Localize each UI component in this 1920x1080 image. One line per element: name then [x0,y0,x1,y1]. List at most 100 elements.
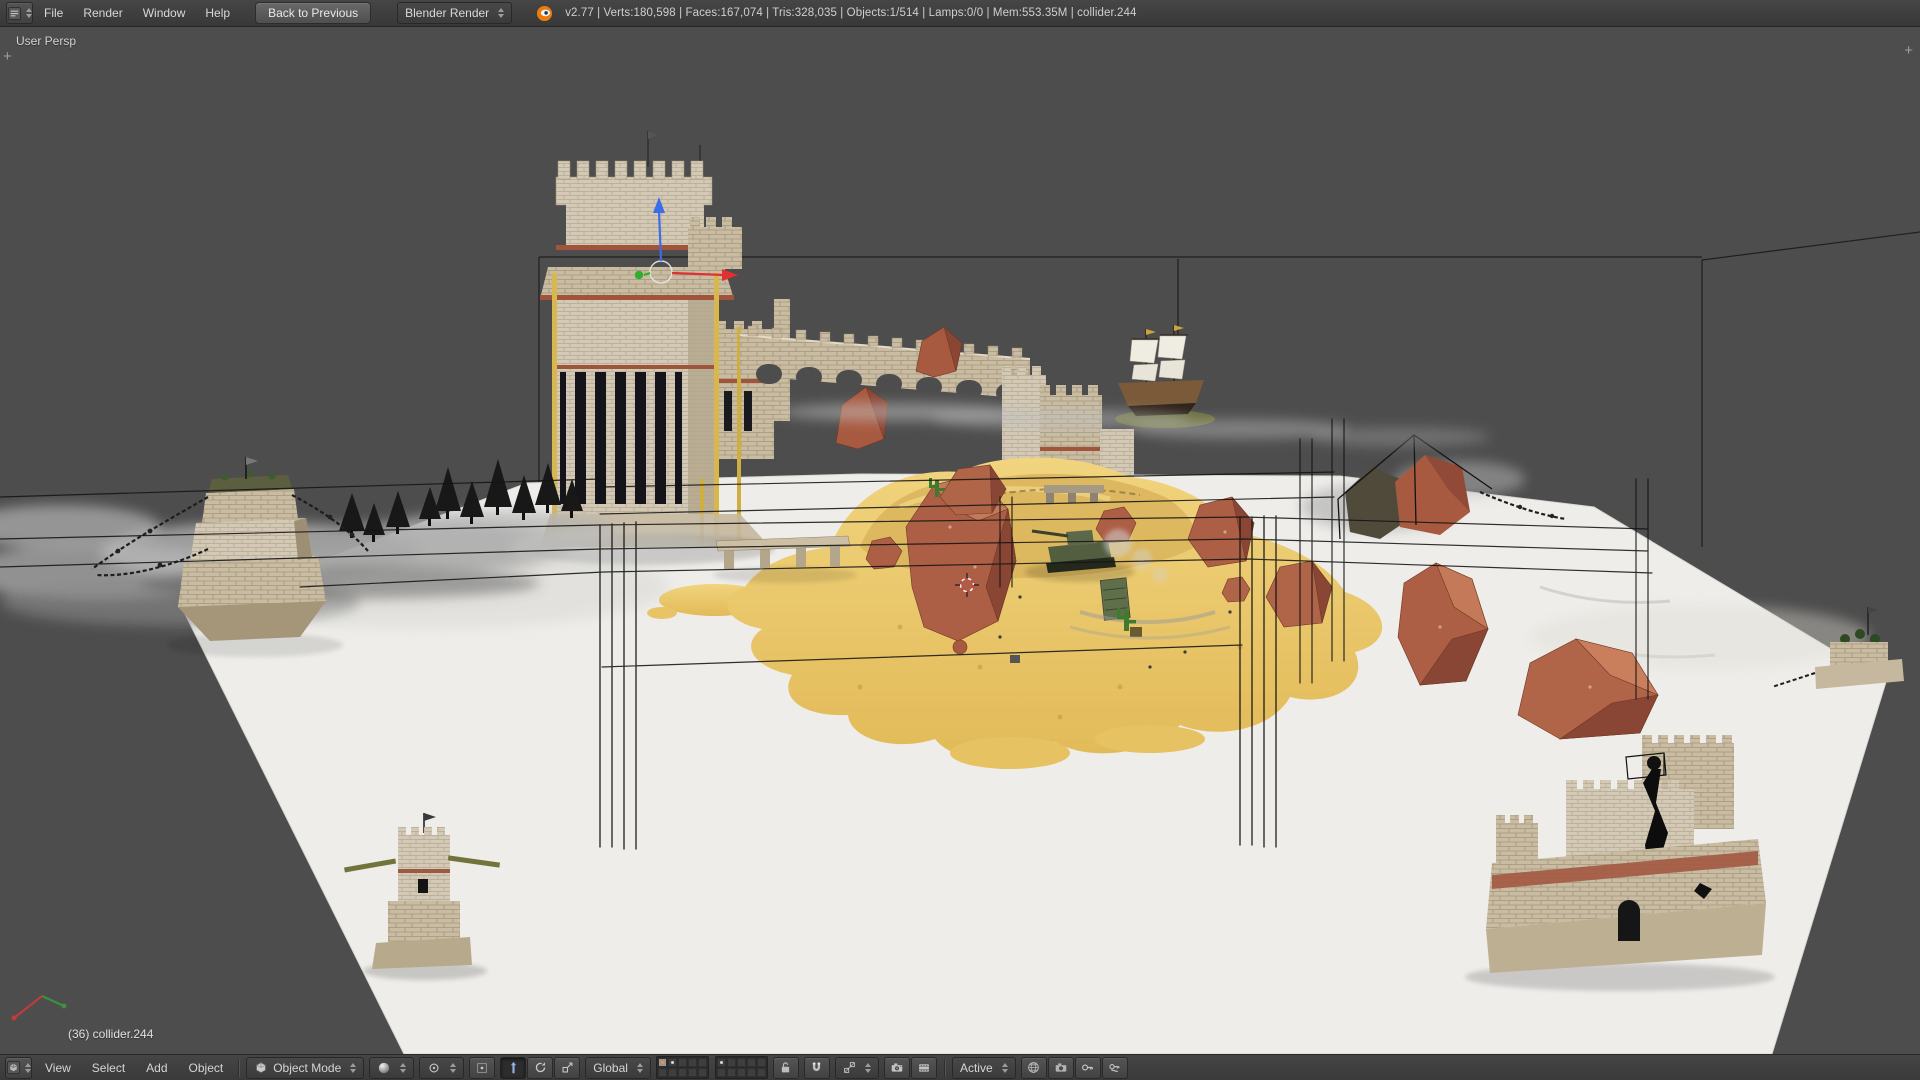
layer-cell[interactable] [688,1068,697,1077]
render-film-icon [917,1061,931,1074]
opengl-render-animation-button[interactable] [911,1057,937,1079]
object-mode-cube-icon [254,1061,268,1075]
dropdown-arrows [865,1063,871,1073]
snap-element-dropdown[interactable] [835,1057,879,1079]
layer-group-2 [715,1056,768,1079]
active-object-label: (36) collider.244 [68,1027,153,1041]
blender-window: File Render Window Help Back to Previous… [0,0,1920,1080]
info-editor-icon [7,6,22,21]
editor-type-selector-3dview[interactable] [5,1057,32,1079]
viewport-shading-dropdown[interactable] [369,1057,414,1079]
render-engine-value: Blender Render [405,6,489,20]
scene-statistics: v2.77 | Verts:180,598 | Faces:167,074 | … [565,7,1136,19]
menu-file[interactable]: File [35,2,72,24]
separator [238,1059,239,1077]
layer-cell[interactable] [668,1068,677,1077]
dropdown-arrows [637,1063,643,1073]
menu-object[interactable]: Object [181,1057,232,1079]
pivot-align-toggle[interactable] [469,1057,495,1079]
keying-set-button[interactable] [1102,1057,1128,1079]
menu-select[interactable]: Select [84,1057,133,1079]
snap-target-dropdown[interactable]: Active [952,1057,1016,1079]
editor-selector-arrows [25,1063,31,1073]
manipulator-translate-toggle[interactable] [500,1057,526,1079]
dropdown-arrows [400,1063,406,1073]
scene-globe-button[interactable] [1021,1057,1047,1079]
dropdown-arrows [498,8,504,18]
dropdown-arrows [1002,1063,1008,1073]
translate-arrow-icon [507,1061,520,1074]
layer-cell[interactable] [747,1068,756,1077]
layer-cell[interactable] [727,1068,736,1077]
menu-add[interactable]: Add [138,1057,175,1079]
render-camera-icon [890,1061,904,1074]
transform-orientation-dropdown[interactable]: Global [585,1057,651,1079]
layer-cell[interactable] [698,1058,707,1067]
layer-cell[interactable] [747,1058,756,1067]
blender-logo-icon [536,5,553,22]
back-to-previous-button[interactable]: Back to Previous [255,2,371,24]
region-expand-right[interactable]: + [1904,45,1913,57]
interaction-mode-dropdown[interactable]: Object Mode [246,1057,364,1079]
snap-increment-icon [843,1061,856,1074]
scale-square-icon [561,1061,574,1074]
hill-bridge [1044,485,1104,503]
3d-view-editor-icon [6,1060,21,1075]
layers-widget [656,1056,768,1079]
lock-to-scene-toggle[interactable] [773,1057,799,1079]
viewport-header: View Select Add Object Object Mode [0,1054,1920,1080]
shading-sphere-icon [377,1061,391,1075]
camera-view-button[interactable] [1048,1057,1074,1079]
region-expand-left[interactable]: + [3,51,12,63]
render-engine-dropdown[interactable]: Blender Render [397,2,512,24]
layer-cell[interactable] [658,1068,667,1077]
globe-icon [1027,1061,1040,1074]
blender-logo [536,5,553,22]
interaction-mode-value: Object Mode [273,1061,341,1075]
layer-cell[interactable] [737,1058,746,1067]
rotate-arc-icon [534,1061,547,1074]
separator [944,1059,945,1077]
lock-icon [779,1061,792,1074]
pivot-point-dropdown[interactable] [419,1057,464,1079]
menu-render[interactable]: Render [74,2,131,24]
manipulator-scale-toggle[interactable] [554,1057,580,1079]
snap-toggle[interactable] [804,1057,830,1079]
info-header: File Render Window Help Back to Previous… [0,0,1920,27]
layer-cell[interactable] [717,1058,726,1067]
editor-type-selector[interactable] [6,2,33,24]
layer-cell[interactable] [678,1068,687,1077]
camera-icon [1054,1061,1068,1074]
layer-group-1 [656,1056,709,1079]
menu-window[interactable]: Window [134,2,195,24]
snap-target-value: Active [960,1061,993,1075]
pivot-icon [427,1061,441,1075]
manipulator-rotate-toggle[interactable] [527,1057,553,1079]
editor-selector-arrows [26,8,32,18]
layer-cell[interactable] [757,1058,766,1067]
magnet-icon [810,1061,823,1074]
dropdown-arrows [350,1063,356,1073]
orientation-value: Global [593,1061,628,1075]
menu-help[interactable]: Help [196,2,239,24]
layer-cell[interactable] [668,1058,677,1067]
layer-cell[interactable] [688,1058,697,1067]
layer-cell[interactable] [698,1068,707,1077]
keyframe-insert-button[interactable] [1075,1057,1101,1079]
layer-cell[interactable] [678,1058,687,1067]
layer-cell[interactable] [737,1068,746,1077]
opengl-render-image-button[interactable] [884,1057,910,1079]
view-name-label: User Persp [16,34,76,48]
layer-cell[interactable] [658,1058,667,1067]
key-run-icon [1108,1061,1121,1074]
mini-axis-gizmo [6,986,70,1030]
dropdown-arrows [450,1063,456,1073]
key-icon [1081,1061,1094,1074]
layer-cell[interactable] [727,1058,736,1067]
layer-cell[interactable] [757,1068,766,1077]
3d-viewport[interactable]: User Persp + + (36) collider.244 [0,27,1920,1054]
pivot-align-icon [475,1061,489,1075]
layer-cell[interactable] [717,1068,726,1077]
viewport-scene [0,27,1920,1054]
menu-view[interactable]: View [37,1057,79,1079]
